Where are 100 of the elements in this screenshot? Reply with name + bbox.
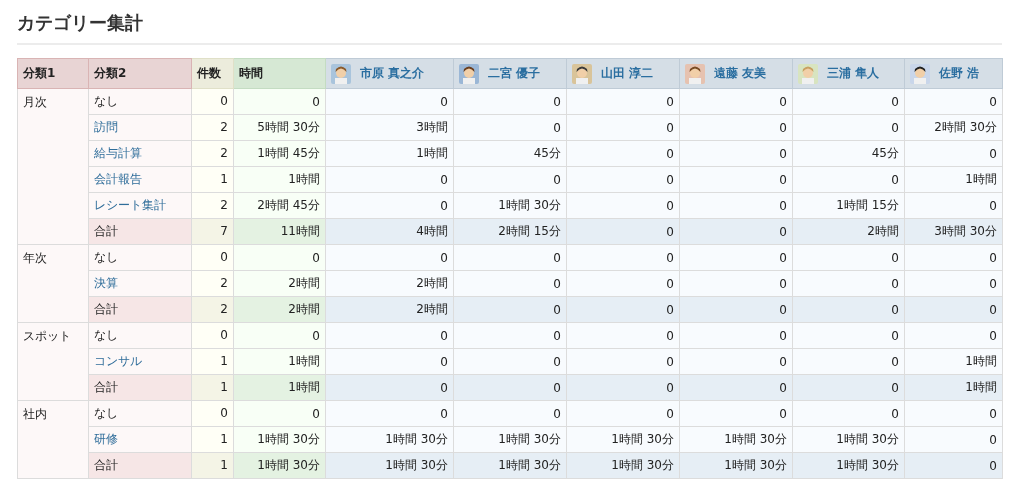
category-cell: 月次 [17, 88, 89, 245]
time-cell: 0 [453, 166, 567, 193]
category-cell: なし [88, 400, 192, 427]
time-cell: 0 [904, 244, 1003, 271]
time-cell: 3時間 30分 [904, 218, 1003, 245]
time-cell: 0 [566, 166, 680, 193]
time-cell: 0 [792, 348, 905, 375]
time-cell: 0 [679, 192, 793, 219]
time-cell: 0 [792, 374, 905, 401]
avatar-icon [331, 63, 351, 84]
time-cell: 0 [792, 270, 905, 297]
time-cell: 0 [233, 88, 326, 115]
time-cell: 0 [325, 322, 454, 349]
time-cell: 0 [904, 400, 1003, 427]
time-cell: 0 [904, 426, 1003, 453]
time-cell: 1時間 30分 [453, 452, 567, 479]
time-cell: 1時間 30分 [679, 426, 793, 453]
time-cell: 0 [679, 400, 793, 427]
category-link[interactable]: コンサル [88, 348, 192, 375]
time-cell: 0 [679, 114, 793, 141]
time-cell: 0 [233, 322, 326, 349]
time-cell: 0 [679, 270, 793, 297]
time-cell: 2時間 30分 [904, 114, 1003, 141]
time-cell: 0 [679, 218, 793, 245]
category-link[interactable]: レシート集計 [88, 192, 192, 219]
time-cell: 0 [325, 244, 454, 271]
time-cell: 0 [325, 192, 454, 219]
time-cell: 0 [566, 400, 680, 427]
column-header: 分類1 [17, 58, 89, 89]
time-cell: 2時間 [233, 270, 326, 297]
column-header: 時間 [233, 58, 326, 89]
avatar-icon [685, 63, 705, 84]
time-cell: 0 [325, 400, 454, 427]
time-cell: 2時間 [325, 270, 454, 297]
category-link[interactable]: 研修 [88, 426, 192, 453]
time-cell: 0 [453, 244, 567, 271]
time-cell: 0 [904, 296, 1003, 323]
time-cell: 2時間 [792, 218, 905, 245]
time-cell: 0 [566, 244, 680, 271]
time-cell: 0 [679, 140, 793, 167]
time-cell: 0 [566, 348, 680, 375]
time-cell: 0 [679, 348, 793, 375]
time-cell: 3時間 [325, 114, 454, 141]
category-link[interactable]: 給与計算 [88, 140, 192, 167]
time-cell: 1時間 [904, 348, 1003, 375]
time-cell: 0 [679, 244, 793, 271]
time-cell: 1時間 30分 [792, 426, 905, 453]
time-cell: 0 [792, 322, 905, 349]
avatar-icon [459, 63, 479, 84]
time-cell: 1時間 [325, 140, 454, 167]
category-link[interactable]: 訪問 [88, 114, 192, 141]
time-cell: 0 [679, 296, 793, 323]
column-header: 分類2 [88, 58, 192, 89]
time-cell: 1時間 30分 [325, 452, 454, 479]
time-cell: 45分 [453, 140, 567, 167]
category-link[interactable]: 会計報告 [88, 166, 192, 193]
time-cell: 0 [233, 400, 326, 427]
time-cell: 1時間 30分 [233, 452, 326, 479]
time-cell: 0 [679, 88, 793, 115]
avatar-icon [910, 63, 930, 84]
category-cell: 合計 [88, 374, 192, 401]
time-cell: 45分 [792, 140, 905, 167]
time-cell: 0 [904, 322, 1003, 349]
time-cell: 0 [566, 322, 680, 349]
time-cell: 0 [792, 88, 905, 115]
time-cell: 0 [566, 192, 680, 219]
time-cell: 0 [453, 270, 567, 297]
time-cell: 0 [792, 400, 905, 427]
time-cell: 0 [325, 374, 454, 401]
time-cell: 0 [453, 374, 567, 401]
time-cell: 0 [566, 140, 680, 167]
time-cell: 5時間 30分 [233, 114, 326, 141]
time-cell: 1時間 30分 [566, 452, 680, 479]
time-cell: 0 [904, 192, 1003, 219]
time-cell: 1時間 30分 [325, 426, 454, 453]
time-cell: 2時間 45分 [233, 192, 326, 219]
time-cell: 0 [453, 348, 567, 375]
time-cell: 0 [566, 374, 680, 401]
category-cell: 年次 [17, 244, 89, 323]
time-cell: 0 [566, 270, 680, 297]
category-link[interactable]: 決算 [88, 270, 192, 297]
category-cell: 合計 [88, 218, 192, 245]
category-cell: 合計 [88, 452, 192, 479]
time-cell: 0 [325, 348, 454, 375]
time-cell: 0 [566, 114, 680, 141]
time-cell: 0 [904, 270, 1003, 297]
time-cell: 2時間 [233, 296, 326, 323]
time-cell: 1時間 [904, 166, 1003, 193]
time-cell: 0 [453, 88, 567, 115]
avatar-icon [798, 63, 818, 84]
time-cell: 1時間 45分 [233, 140, 326, 167]
time-cell: 2時間 15分 [453, 218, 567, 245]
time-cell: 4時間 [325, 218, 454, 245]
time-cell: 1時間 15分 [792, 192, 905, 219]
time-cell: 1時間 30分 [679, 452, 793, 479]
category-cell: なし [88, 244, 192, 271]
category-cell: スポット [17, 322, 89, 401]
time-cell: 0 [904, 88, 1003, 115]
time-cell: 0 [679, 322, 793, 349]
time-cell: 0 [453, 296, 567, 323]
